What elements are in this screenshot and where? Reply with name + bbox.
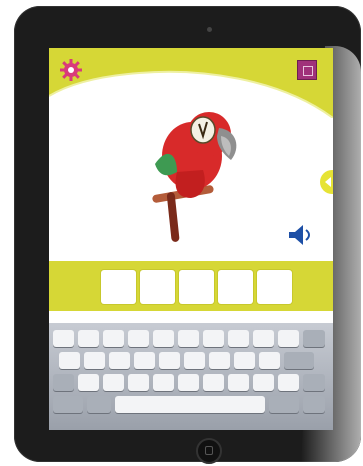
- keyboard-key[interactable]: [153, 330, 174, 347]
- keyboard-key[interactable]: [278, 374, 299, 391]
- letter-slots: [101, 270, 292, 304]
- camera-icon: [207, 27, 212, 32]
- keyboard-key[interactable]: [134, 352, 155, 369]
- keyboard-key[interactable]: [178, 330, 199, 347]
- number-mode-key[interactable]: [53, 396, 83, 413]
- number-mode-key[interactable]: [269, 396, 299, 413]
- space-key[interactable]: [115, 396, 265, 413]
- keyboard-key[interactable]: [84, 352, 105, 369]
- parrot-illustration: [152, 112, 237, 242]
- keyboard-hide-key[interactable]: [303, 396, 325, 413]
- keyboard-key[interactable]: [203, 330, 224, 347]
- arrow-left-icon[interactable]: [320, 170, 333, 194]
- keyboard-key[interactable]: [128, 374, 149, 391]
- keyboard-key[interactable]: [103, 374, 124, 391]
- keyboard-key[interactable]: [228, 374, 249, 391]
- return-key[interactable]: [284, 352, 314, 369]
- keyboard-key[interactable]: [253, 374, 274, 391]
- shift-key[interactable]: [303, 374, 325, 391]
- keyboard-row-2: [49, 352, 333, 369]
- menu-square-icon[interactable]: [297, 60, 317, 80]
- keyboard-key[interactable]: [259, 352, 280, 369]
- app-screen: [49, 48, 333, 430]
- keyboard-row-3: [49, 374, 333, 391]
- home-button[interactable]: [196, 438, 222, 464]
- keyboard-row-4: [49, 396, 333, 413]
- letter-slot[interactable]: [257, 270, 292, 304]
- keyboard-key[interactable]: [128, 330, 149, 347]
- keyboard-key[interactable]: [159, 352, 180, 369]
- on-screen-keyboard: [49, 323, 333, 430]
- keyboard-key[interactable]: [78, 330, 99, 347]
- keyboard-key[interactable]: [209, 352, 230, 369]
- speaker-icon[interactable]: [285, 220, 315, 250]
- letter-slot[interactable]: [218, 270, 253, 304]
- keyboard-row-1: [49, 330, 333, 347]
- shift-key[interactable]: [53, 374, 74, 391]
- keyboard-key[interactable]: [59, 352, 80, 369]
- letter-slot[interactable]: [101, 270, 136, 304]
- keyboard-key[interactable]: [153, 374, 174, 391]
- letter-slot[interactable]: [140, 270, 175, 304]
- keyboard-key[interactable]: [228, 330, 249, 347]
- globe-key[interactable]: [87, 396, 111, 413]
- keyboard-key[interactable]: [184, 352, 205, 369]
- keyboard-key[interactable]: [78, 374, 99, 391]
- letter-slot[interactable]: [179, 270, 214, 304]
- keyboard-key[interactable]: [103, 330, 124, 347]
- keyboard-key[interactable]: [253, 330, 274, 347]
- keyboard-key[interactable]: [53, 330, 74, 347]
- keyboard-key[interactable]: [234, 352, 255, 369]
- keyboard-key[interactable]: [278, 330, 299, 347]
- backspace-key[interactable]: [303, 330, 325, 347]
- keyboard-key[interactable]: [109, 352, 130, 369]
- keyboard-key[interactable]: [203, 374, 224, 391]
- gear-icon[interactable]: [59, 58, 83, 82]
- keyboard-key[interactable]: [178, 374, 199, 391]
